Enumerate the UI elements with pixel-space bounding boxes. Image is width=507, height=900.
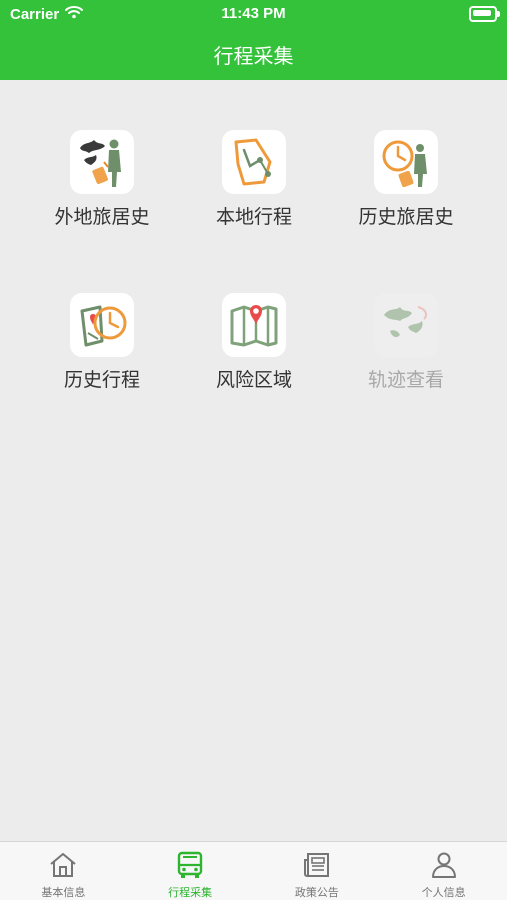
tile-label: 历史行程 <box>63 369 140 391</box>
person-icon <box>429 851 459 883</box>
tile-risk-area[interactable]: 风险区域 <box>189 293 319 413</box>
tab-label: 个人信息 <box>421 886 466 899</box>
newspaper-icon <box>302 851 332 883</box>
tile-label: 历史旅居史 <box>358 206 454 228</box>
tile-label: 风险区域 <box>215 369 292 391</box>
tile-label: 外地旅居史 <box>54 206 150 228</box>
status-bar: Carrier 11:43 PM <box>0 0 507 28</box>
app-header: Carrier 11:43 PM 行程采集 <box>0 0 507 80</box>
tile-history-itinerary[interactable]: 历史行程 <box>37 293 167 413</box>
tab-personal-info[interactable]: 个人信息 <box>380 842 507 900</box>
trajectory-world-map-icon <box>374 293 438 357</box>
home-icon <box>48 851 78 883</box>
tab-label: 基本信息 <box>41 886 86 899</box>
tile-label: 本地行程 <box>215 206 292 228</box>
tab-policy-announcement[interactable]: 政策公告 <box>254 842 381 900</box>
tab-label: 政策公告 <box>294 886 339 899</box>
tab-itinerary-collection[interactable]: 行程采集 <box>127 842 254 900</box>
traveler-clock-icon <box>374 130 438 194</box>
page-title: 行程采集 <box>213 44 294 68</box>
traveler-globe-icon <box>70 130 134 194</box>
tab-basic-info[interactable]: 基本信息 <box>0 842 127 900</box>
bus-icon <box>175 851 205 883</box>
tile-history-travel[interactable]: 历史旅居史 <box>341 130 471 250</box>
tile-label: 轨迹查看 <box>367 369 444 391</box>
battery-icon <box>469 6 500 22</box>
risk-map-pin-icon <box>222 293 286 357</box>
tile-local-itinerary[interactable]: 本地行程 <box>189 130 319 250</box>
status-time: 11:43 PM <box>221 5 286 22</box>
tile-external-travel-history[interactable]: 外地旅居史 <box>37 130 167 250</box>
map-clock-icon <box>70 293 134 357</box>
tile-trajectory-view[interactable]: 轨迹查看 <box>341 293 471 413</box>
route-map-icon <box>222 130 286 194</box>
tab-bar: 基本信息 行程采集 政策公告 个人信息 <box>0 841 507 900</box>
tab-label: 行程采集 <box>168 886 213 899</box>
